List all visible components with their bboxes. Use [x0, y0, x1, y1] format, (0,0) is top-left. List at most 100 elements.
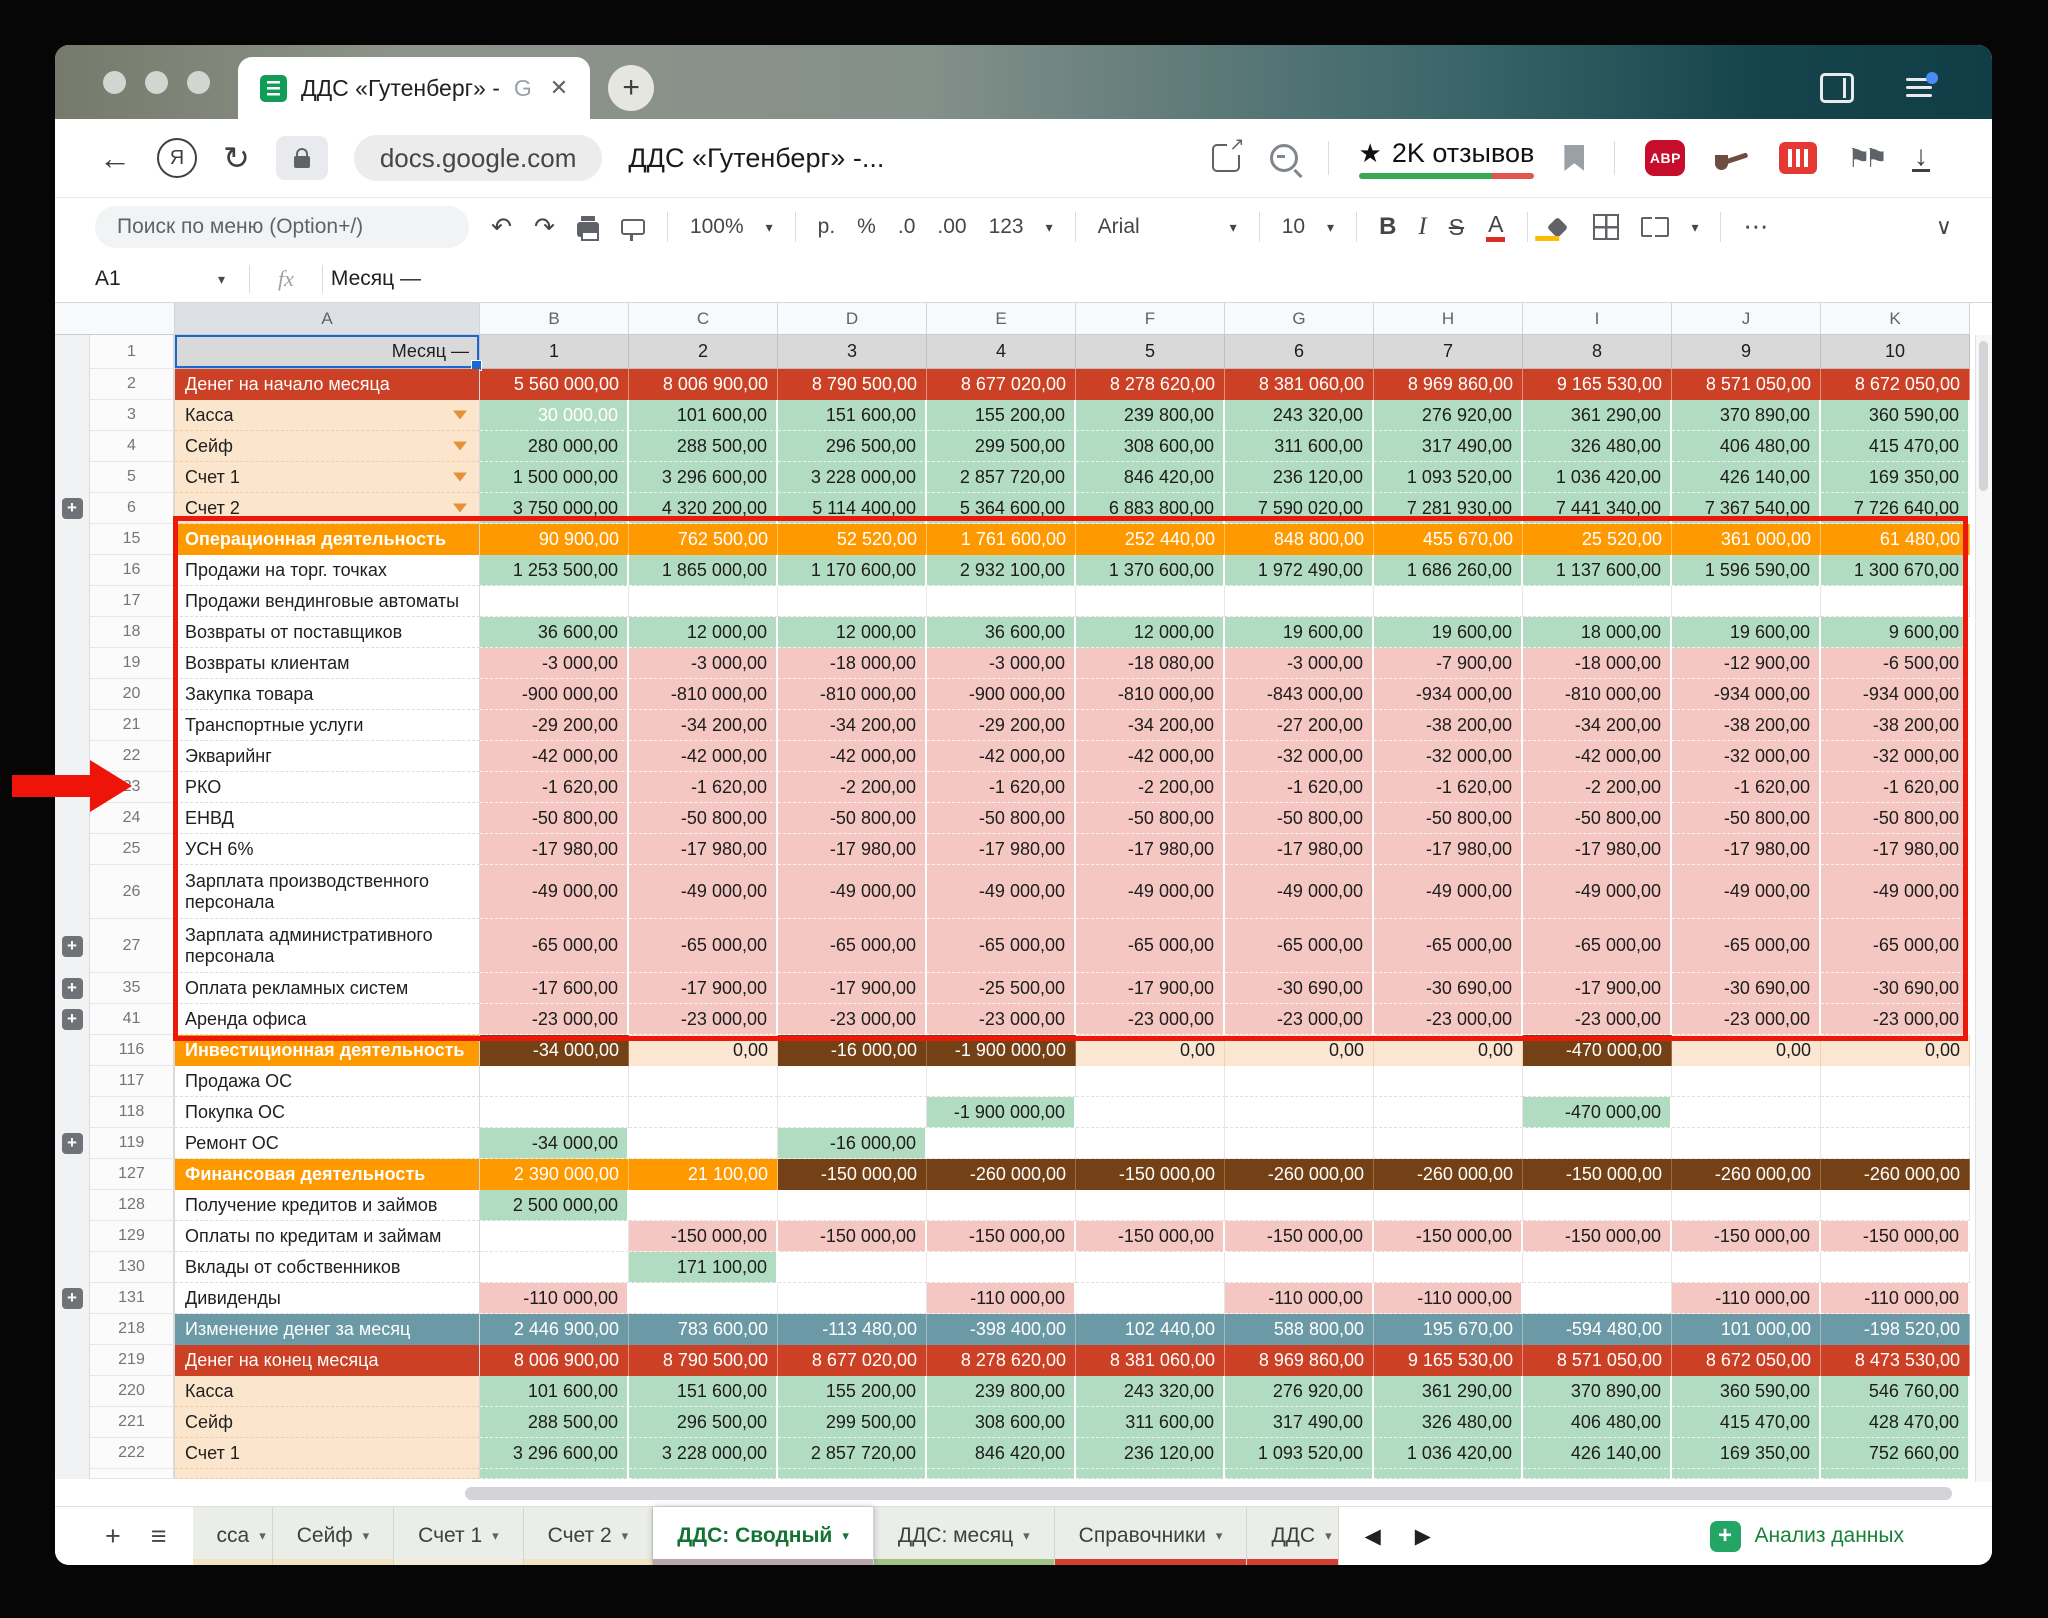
browser-menu-icon[interactable]	[1906, 72, 1938, 98]
row-header-26[interactable]: 26	[90, 865, 175, 919]
cell-I22[interactable]: -42 000,00	[1523, 741, 1672, 772]
cell-I26[interactable]: -49 000,00	[1523, 865, 1672, 919]
cell-F4[interactable]: 308 600,00	[1076, 431, 1225, 462]
cell-B2[interactable]: 5 560 000,00	[480, 369, 629, 400]
cell-D6[interactable]: 5 114 400,00	[778, 493, 927, 524]
cell-G128[interactable]	[1225, 1190, 1374, 1221]
cell-G119[interactable]	[1225, 1128, 1374, 1159]
cell-J222[interactable]: 169 350,00	[1672, 1438, 1821, 1469]
cell-J21[interactable]: -38 200,00	[1672, 710, 1821, 741]
cell-B3[interactable]: 30 000,00	[480, 400, 629, 431]
cell-C35[interactable]: -17 900,00	[629, 973, 778, 1004]
cell-C219[interactable]: 8 790 500,00	[629, 1345, 778, 1376]
cell-C[interactable]	[629, 1469, 778, 1479]
column-header-C[interactable]: C	[629, 303, 778, 335]
cell-F2[interactable]: 8 278 620,00	[1076, 369, 1225, 400]
row-label[interactable]	[175, 1469, 480, 1479]
row-header-118[interactable]: 118	[90, 1097, 175, 1128]
cell-F15[interactable]: 252 440,00	[1076, 524, 1225, 555]
cell-D41[interactable]: -23 000,00	[778, 1004, 927, 1035]
cell-G20[interactable]: -843 000,00	[1225, 679, 1374, 710]
cell-G15[interactable]: 848 800,00	[1225, 524, 1374, 555]
cell-E6[interactable]: 5 364 600,00	[927, 493, 1076, 524]
row-header-131[interactable]: 131	[90, 1283, 175, 1314]
row-header-219[interactable]: 219	[90, 1345, 175, 1376]
cell-G131[interactable]: -110 000,00	[1225, 1283, 1374, 1314]
cell-C16[interactable]: 1 865 000,00	[629, 555, 778, 586]
row-header-130[interactable]: 130	[90, 1252, 175, 1283]
cell-I131[interactable]	[1523, 1283, 1672, 1314]
cell-I20[interactable]: -810 000,00	[1523, 679, 1672, 710]
cell-H128[interactable]	[1374, 1190, 1523, 1221]
cell-F3[interactable]: 239 800,00	[1076, 400, 1225, 431]
column-header-F[interactable]: F	[1076, 303, 1225, 335]
row-label[interactable]: Денег на начало месяца	[175, 369, 480, 400]
format-currency-button[interactable]: р.	[818, 215, 836, 239]
expand-group-button[interactable]: +	[61, 1133, 83, 1154]
row-header-129[interactable]: 129	[90, 1221, 175, 1252]
cell-B131[interactable]: -110 000,00	[480, 1283, 629, 1314]
cell-J18[interactable]: 19 600,00	[1672, 617, 1821, 648]
cell-D21[interactable]: -34 200,00	[778, 710, 927, 741]
cell-I1[interactable]: 8	[1523, 335, 1672, 369]
name-box[interactable]: A1 ▾	[95, 267, 241, 291]
row-label[interactable]: РКО	[175, 772, 480, 803]
cell-D128[interactable]	[778, 1190, 927, 1221]
row-label[interactable]: Зарплата административного персонала	[175, 919, 480, 973]
cell-I220[interactable]: 370 890,00	[1523, 1376, 1672, 1407]
row-label[interactable]: Покупка ОС	[175, 1097, 480, 1128]
expand-group-button[interactable]: +	[61, 498, 83, 519]
cell-B27[interactable]: -65 000,00	[480, 919, 629, 973]
cell-H3[interactable]: 276 920,00	[1374, 400, 1523, 431]
row-label[interactable]: Сейф	[175, 431, 480, 462]
explore-button[interactable]: + Анализ данных	[1709, 1507, 1992, 1565]
row-header-127[interactable]: 127	[90, 1159, 175, 1190]
cell-G17[interactable]	[1225, 586, 1374, 617]
cell-D1[interactable]: 3	[778, 335, 927, 369]
cell-J118[interactable]	[1672, 1097, 1821, 1128]
cell-D24[interactable]: -50 800,00	[778, 803, 927, 834]
back-button[interactable]: ←	[99, 140, 131, 177]
more-formats-button[interactable]: 123	[989, 215, 1024, 239]
cell-E5[interactable]: 2 857 720,00	[927, 462, 1076, 493]
minimize-window-button[interactable]	[145, 70, 168, 94]
cell-B[interactable]	[480, 1469, 629, 1479]
site-reviews-widget[interactable]: ★ 2K отзывов	[1358, 138, 1534, 179]
dropdown-triangle-icon[interactable]	[453, 503, 467, 513]
row-header-25[interactable]: 25	[90, 834, 175, 865]
cell-D129[interactable]: -150 000,00	[778, 1221, 927, 1252]
cell-B22[interactable]: -42 000,00	[480, 741, 629, 772]
cell-F220[interactable]: 243 320,00	[1076, 1376, 1225, 1407]
text-color-button[interactable]: A	[1486, 212, 1506, 242]
cell-J23[interactable]: -1 620,00	[1672, 772, 1821, 803]
cell-B128[interactable]: 2 500 000,00	[480, 1190, 629, 1221]
cell-B21[interactable]: -29 200,00	[480, 710, 629, 741]
cell-J218[interactable]: 101 000,00	[1672, 1314, 1821, 1345]
row-label[interactable]: Финансовая деятельность	[175, 1159, 480, 1190]
cell-D127[interactable]: -150 000,00	[778, 1159, 927, 1190]
cell-H18[interactable]: 19 600,00	[1374, 617, 1523, 648]
cell-D4[interactable]: 296 500,00	[778, 431, 927, 462]
cell-D26[interactable]: -49 000,00	[778, 865, 927, 919]
cell-C129[interactable]: -150 000,00	[629, 1221, 778, 1252]
row-label[interactable]: Месяц —	[175, 335, 482, 371]
cell-D222[interactable]: 2 857 720,00	[778, 1438, 927, 1469]
row-header-6[interactable]: 6	[90, 493, 175, 524]
cell-H119[interactable]	[1374, 1128, 1523, 1159]
row-header-117[interactable]: 117	[90, 1066, 175, 1097]
cell-I5[interactable]: 1 036 420,00	[1523, 462, 1672, 493]
cell-D117[interactable]	[778, 1066, 927, 1097]
cell-G25[interactable]: -17 980,00	[1225, 834, 1374, 865]
all-sheets-menu-icon[interactable]: ≡	[151, 1521, 167, 1552]
cell-B1[interactable]: 1	[480, 335, 629, 369]
cell-J24[interactable]: -50 800,00	[1672, 803, 1821, 834]
row-header-116[interactable]: 116	[90, 1035, 175, 1066]
cell-I117[interactable]	[1523, 1066, 1672, 1097]
share-icon[interactable]	[1211, 134, 1245, 172]
cell-C25[interactable]: -17 980,00	[629, 834, 778, 865]
row-header-119[interactable]: 119	[90, 1128, 175, 1159]
chevron-down-icon[interactable]: ▾	[1023, 1528, 1030, 1544]
cell-D218[interactable]: -113 480,00	[778, 1314, 927, 1345]
cell-H20[interactable]: -934 000,00	[1374, 679, 1523, 710]
cell-G22[interactable]: -32 000,00	[1225, 741, 1374, 772]
